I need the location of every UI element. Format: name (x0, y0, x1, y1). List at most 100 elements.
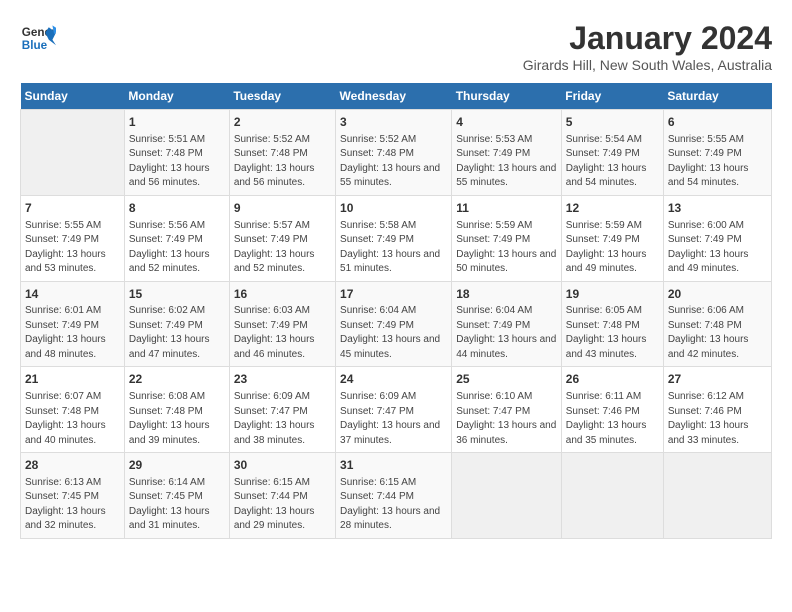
day-number: 20 (668, 286, 767, 303)
day-number: 16 (234, 286, 331, 303)
day-header-thursday: Thursday (452, 83, 562, 110)
days-header-row: SundayMondayTuesdayWednesdayThursdayFrid… (21, 83, 772, 110)
day-cell: 2 Sunrise: 5:52 AMSunset: 7:48 PMDaylight… (229, 110, 335, 196)
day-number: 11 (456, 200, 557, 217)
day-number: 21 (25, 371, 120, 388)
day-number: 30 (234, 457, 331, 474)
day-info: Sunrise: 6:00 AMSunset: 7:49 PMDaylight:… (668, 219, 767, 277)
day-cell: 24 Sunrise: 6:09 AMSunset: 7:47 PMDayligh… (336, 367, 452, 453)
week-row-5: 28 Sunrise: 6:13 AMSunset: 7:45 PMDayligh… (21, 453, 772, 539)
day-cell: 21Sunrise: 6:07 AMSunset: 7:48 PMDayligh… (21, 367, 125, 453)
day-number: 14 (25, 286, 120, 303)
day-cell: 6 Sunrise: 5:55 AMSunset: 7:49 PMDaylight… (663, 110, 771, 196)
day-info: Sunrise: 5:54 AMSunset: 7:49 PMDaylight:… (566, 133, 659, 191)
day-cell: 12 Sunrise: 5:59 AMSunset: 7:49 PMDayligh… (561, 195, 663, 281)
day-info: Sunrise: 6:04 AMSunset: 7:49 PMDaylight:… (340, 304, 447, 362)
day-cell (21, 110, 125, 196)
day-cell: 11 Sunrise: 5:59 AMSunset: 7:49 PMDayligh… (452, 195, 562, 281)
day-header-saturday: Saturday (663, 83, 771, 110)
week-row-3: 14Sunrise: 6:01 AMSunset: 7:49 PMDayligh… (21, 281, 772, 367)
day-cell: 17Sunrise: 6:04 AMSunset: 7:49 PMDayligh… (336, 281, 452, 367)
day-cell: 27 Sunrise: 6:12 AMSunset: 7:46 PMDayligh… (663, 367, 771, 453)
day-cell: 25 Sunrise: 6:10 AMSunset: 7:47 PMDayligh… (452, 367, 562, 453)
day-cell: 9Sunrise: 5:57 AMSunset: 7:49 PMDaylight… (229, 195, 335, 281)
day-info: Sunrise: 6:11 AMSunset: 7:46 PMDaylight:… (566, 390, 659, 448)
day-cell: 3 Sunrise: 5:52 AMSunset: 7:48 PMDaylight… (336, 110, 452, 196)
day-number: 10 (340, 200, 447, 217)
day-number: 28 (25, 457, 120, 474)
day-header-monday: Monday (124, 83, 229, 110)
day-number: 23 (234, 371, 331, 388)
day-info: Sunrise: 5:55 AMSunset: 7:49 PMDaylight:… (668, 133, 767, 191)
day-number: 17 (340, 286, 447, 303)
day-info: Sunrise: 6:12 AMSunset: 7:46 PMDaylight:… (668, 390, 767, 448)
day-number: 26 (566, 371, 659, 388)
day-number: 1 (129, 114, 225, 131)
day-info: Sunrise: 5:52 AMSunset: 7:48 PMDaylight:… (234, 133, 331, 191)
day-number: 25 (456, 371, 557, 388)
day-cell: 15Sunrise: 6:02 AMSunset: 7:49 PMDayligh… (124, 281, 229, 367)
day-number: 29 (129, 457, 225, 474)
day-info: Sunrise: 6:10 AMSunset: 7:47 PMDaylight:… (456, 390, 557, 448)
day-number: 6 (668, 114, 767, 131)
day-number: 18 (456, 286, 557, 303)
month-title: January 2024 (523, 20, 772, 57)
day-info: Sunrise: 5:59 AMSunset: 7:49 PMDaylight:… (566, 219, 659, 277)
day-number: 27 (668, 371, 767, 388)
week-row-2: 7 Sunrise: 5:55 AMSunset: 7:49 PMDaylight… (21, 195, 772, 281)
location: Girards Hill, New South Wales, Australia (523, 57, 772, 73)
day-cell: 28 Sunrise: 6:13 AMSunset: 7:45 PMDayligh… (21, 453, 125, 539)
day-info: Sunrise: 6:01 AMSunset: 7:49 PMDaylight:… (25, 304, 120, 362)
day-number: 15 (129, 286, 225, 303)
day-cell: 18Sunrise: 6:04 AMSunset: 7:49 PMDayligh… (452, 281, 562, 367)
day-cell: 23 Sunrise: 6:09 AMSunset: 7:47 PMDayligh… (229, 367, 335, 453)
day-info: Sunrise: 6:05 AMSunset: 7:48 PMDaylight:… (566, 304, 659, 362)
logo-icon: General Blue (20, 20, 56, 56)
day-number: 22 (129, 371, 225, 388)
day-number: 13 (668, 200, 767, 217)
day-cell: 22 Sunrise: 6:08 AMSunset: 7:48 PMDayligh… (124, 367, 229, 453)
day-cell: 16Sunrise: 6:03 AMSunset: 7:49 PMDayligh… (229, 281, 335, 367)
day-cell: 31Sunrise: 6:15 AMSunset: 7:44 PMDayligh… (336, 453, 452, 539)
day-header-wednesday: Wednesday (336, 83, 452, 110)
day-info: Sunrise: 5:56 AMSunset: 7:49 PMDaylight:… (129, 219, 225, 277)
day-cell: 7 Sunrise: 5:55 AMSunset: 7:49 PMDaylight… (21, 195, 125, 281)
day-cell: 26 Sunrise: 6:11 AMSunset: 7:46 PMDayligh… (561, 367, 663, 453)
day-cell (452, 453, 562, 539)
day-info: Sunrise: 5:51 AMSunset: 7:48 PMDaylight:… (129, 133, 225, 191)
title-block: January 2024 Girards Hill, New South Wal… (523, 20, 772, 73)
svg-text:Blue: Blue (22, 39, 48, 52)
day-cell: 20Sunrise: 6:06 AMSunset: 7:48 PMDayligh… (663, 281, 771, 367)
day-info: Sunrise: 6:03 AMSunset: 7:49 PMDaylight:… (234, 304, 331, 362)
day-header-friday: Friday (561, 83, 663, 110)
day-number: 24 (340, 371, 447, 388)
day-info: Sunrise: 5:52 AMSunset: 7:48 PMDaylight:… (340, 133, 447, 191)
day-cell: 1 Sunrise: 5:51 AMSunset: 7:48 PMDaylight… (124, 110, 229, 196)
day-number: 2 (234, 114, 331, 131)
day-cell: 5 Sunrise: 5:54 AMSunset: 7:49 PMDaylight… (561, 110, 663, 196)
page-header: General Blue January 2024 Girards Hill, … (20, 20, 772, 73)
day-number: 5 (566, 114, 659, 131)
day-number: 4 (456, 114, 557, 131)
day-info: Sunrise: 6:13 AMSunset: 7:45 PMDaylight:… (25, 476, 120, 534)
day-cell (663, 453, 771, 539)
day-info: Sunrise: 5:59 AMSunset: 7:49 PMDaylight:… (456, 219, 557, 277)
day-info: Sunrise: 6:08 AMSunset: 7:48 PMDaylight:… (129, 390, 225, 448)
day-info: Sunrise: 5:55 AMSunset: 7:49 PMDaylight:… (25, 219, 120, 277)
day-info: Sunrise: 5:58 AMSunset: 7:49 PMDaylight:… (340, 219, 447, 277)
day-info: Sunrise: 6:09 AMSunset: 7:47 PMDaylight:… (340, 390, 447, 448)
day-cell: 10 Sunrise: 5:58 AMSunset: 7:49 PMDayligh… (336, 195, 452, 281)
day-number: 12 (566, 200, 659, 217)
day-number: 31 (340, 457, 447, 474)
calendar-table: SundayMondayTuesdayWednesdayThursdayFrid… (20, 83, 772, 539)
day-cell: 4 Sunrise: 5:53 AMSunset: 7:49 PMDaylight… (452, 110, 562, 196)
day-number: 3 (340, 114, 447, 131)
day-cell: 14Sunrise: 6:01 AMSunset: 7:49 PMDayligh… (21, 281, 125, 367)
day-info: Sunrise: 5:57 AMSunset: 7:49 PMDaylight:… (234, 219, 331, 277)
day-info: Sunrise: 6:09 AMSunset: 7:47 PMDaylight:… (234, 390, 331, 448)
week-row-4: 21Sunrise: 6:07 AMSunset: 7:48 PMDayligh… (21, 367, 772, 453)
day-cell: 8Sunrise: 5:56 AMSunset: 7:49 PMDaylight… (124, 195, 229, 281)
day-number: 7 (25, 200, 120, 217)
day-info: Sunrise: 5:53 AMSunset: 7:49 PMDaylight:… (456, 133, 557, 191)
week-row-1: 1 Sunrise: 5:51 AMSunset: 7:48 PMDaylight… (21, 110, 772, 196)
